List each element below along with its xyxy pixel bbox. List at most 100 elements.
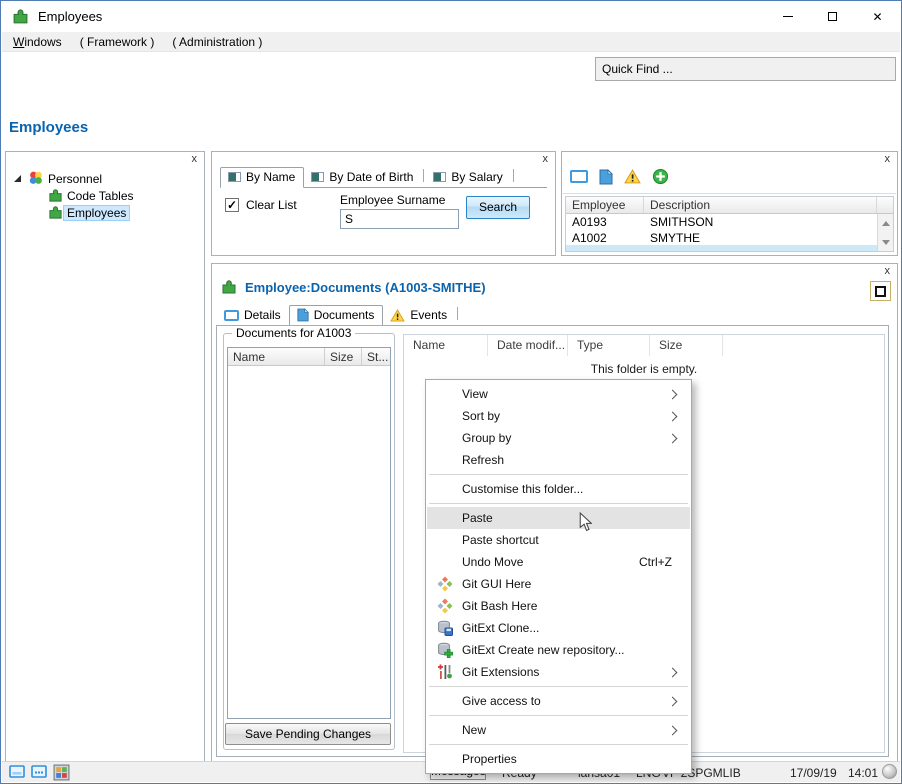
navigation-tree: Personnel Code Tables Employees <box>6 170 204 221</box>
screen-icon <box>228 172 241 182</box>
tab-by-salary[interactable]: By Salary <box>426 168 510 187</box>
tab-details[interactable]: Details <box>217 306 289 325</box>
minimize-button[interactable] <box>765 1 810 32</box>
menu-item-view[interactable]: View <box>427 383 690 405</box>
column-header-spacer <box>877 197 893 213</box>
menu-item-refresh[interactable]: Refresh <box>427 449 690 471</box>
search-panel-close-button[interactable]: x <box>543 153 549 166</box>
arrow-down-icon <box>882 240 890 245</box>
document-tabs: Details Documents Events <box>217 305 865 326</box>
maximize-icon <box>875 286 886 297</box>
tab-documents[interactable]: Documents <box>289 305 384 326</box>
search-button[interactable]: Search <box>466 196 530 219</box>
submenu-chevron-icon <box>668 725 678 735</box>
menu-item-gitext-create-repo[interactable]: GitExt Create new repository... <box>427 639 690 661</box>
tree-expand-icon[interactable] <box>14 175 21 182</box>
tab-divider <box>457 307 458 320</box>
menu-item-git-gui-here[interactable]: Git GUI Here <box>427 573 690 595</box>
column-header-date-modified[interactable]: Date modif... <box>488 335 568 356</box>
window-icon <box>224 310 239 321</box>
menu-item-group-by[interactable]: Group by <box>427 427 690 449</box>
menu-item-customise-folder[interactable]: Customise this folder... <box>427 478 690 500</box>
doc-panel-maximize-button[interactable] <box>870 281 891 301</box>
window-grid-icon[interactable] <box>31 764 47 780</box>
tree-item-personnel[interactable]: Personnel <box>6 170 204 187</box>
menu-separator <box>429 474 688 475</box>
window-layout-icon[interactable] <box>9 764 25 780</box>
results-panel-close-button[interactable]: x <box>885 153 891 166</box>
context-menu: View Sort by Group by Refresh Customise … <box>425 379 692 774</box>
app-puzzle-icon <box>12 8 29 25</box>
column-header-name[interactable]: Name <box>228 348 325 365</box>
menu-item-paste-shortcut[interactable]: Paste shortcut <box>427 529 690 551</box>
search-panel: x By Name By Date of Birth By Salary ✓ C… <box>211 151 556 256</box>
empty-folder-message: This folder is empty. <box>404 362 884 376</box>
tree-item-employees[interactable]: Employees <box>6 204 204 221</box>
git-extensions-icon <box>437 664 453 680</box>
document-icon[interactable] <box>599 169 613 185</box>
document-icon <box>297 308 309 322</box>
column-header-employee[interactable]: Employee <box>566 197 644 213</box>
clear-list-label: Clear List <box>246 198 297 212</box>
tab-by-name[interactable]: By Name <box>220 167 304 188</box>
tree-panel-close-button[interactable]: x <box>192 153 198 166</box>
column-header-status[interactable]: St... <box>362 348 390 365</box>
close-button[interactable]: ✕ <box>855 1 900 32</box>
page-title: Employees <box>9 119 88 136</box>
menu-item-properties[interactable]: Properties <box>427 748 690 770</box>
tab-divider <box>423 169 424 182</box>
table-row[interactable]: A0193 SMITHSON <box>566 214 893 230</box>
column-header-size[interactable]: Size <box>325 348 362 365</box>
tab-by-date-of-birth[interactable]: By Date of Birth <box>304 168 421 187</box>
git-icon <box>437 598 453 614</box>
doc-panel-close-button[interactable]: x <box>885 265 891 278</box>
clear-list-checkbox[interactable]: ✓ <box>225 198 239 212</box>
column-header-type[interactable]: Type <box>568 335 650 356</box>
menu-administration[interactable]: ( Administration ) <box>163 32 271 51</box>
menu-item-gitext-clone[interactable]: GitExt Clone... <box>427 617 690 639</box>
vertical-scrollbar[interactable] <box>877 214 893 251</box>
tree-item-code-tables[interactable]: Code Tables <box>6 187 204 204</box>
maximize-icon <box>828 12 837 21</box>
search-tabs: By Name By Date of Birth By Salary <box>220 167 547 188</box>
menu-item-git-bash-here[interactable]: Git Bash Here <box>427 595 690 617</box>
close-icon: ✕ <box>872 11 882 23</box>
quick-find-input[interactable]: Quick Find ... <box>595 57 896 81</box>
add-icon[interactable] <box>652 168 669 185</box>
menu-item-new[interactable]: New <box>427 719 690 741</box>
menu-item-give-access-to[interactable]: Give access to <box>427 690 690 712</box>
warning-icon[interactable] <box>624 169 641 184</box>
menu-windows[interactable]: Windows <box>4 32 71 51</box>
tab-events[interactable]: Events <box>383 306 455 325</box>
navigation-tree-panel: x Personnel Code Tables Emplo <box>5 151 205 763</box>
menu-item-sort-by[interactable]: Sort by <box>427 405 690 427</box>
warning-icon <box>390 309 405 322</box>
menu-item-undo-move[interactable]: Undo Move Ctrl+Z <box>427 551 690 573</box>
surname-input[interactable] <box>340 209 459 229</box>
menu-framework[interactable]: ( Framework ) <box>71 32 164 51</box>
menu-item-paste[interactable]: Paste <box>427 507 690 529</box>
window-icon[interactable] <box>570 170 588 183</box>
scroll-up-button[interactable] <box>878 216 893 230</box>
results-grid-header: Employee Description <box>566 197 893 214</box>
table-row[interactable]: A1002 SMYTHE <box>566 230 893 246</box>
save-pending-changes-button[interactable]: Save Pending Changes <box>225 723 391 745</box>
column-header-description[interactable]: Description <box>644 197 877 213</box>
documents-group: Documents for A1003 Name Size St... Save… <box>223 333 395 750</box>
maximize-button[interactable] <box>810 1 855 32</box>
surname-label: Employee Surname <box>340 193 445 207</box>
framework-icon <box>28 170 44 186</box>
color-grid-icon[interactable] <box>53 764 70 781</box>
submenu-chevron-icon <box>668 667 678 677</box>
scroll-down-button[interactable] <box>878 235 893 249</box>
tree-selected-label: Employees <box>64 206 129 220</box>
app-window: Employees ✕ Windows ( Framework ) ( Admi… <box>0 0 902 784</box>
mouse-cursor <box>579 512 592 532</box>
submenu-chevron-icon <box>668 696 678 706</box>
file-list-header: Name Date modif... Type Size <box>404 335 884 356</box>
column-header-size[interactable]: Size <box>650 335 723 356</box>
arrow-up-icon <box>882 221 890 226</box>
selection-strip <box>566 245 877 251</box>
column-header-name[interactable]: Name <box>404 335 488 356</box>
menu-item-git-extensions[interactable]: Git Extensions <box>427 661 690 683</box>
